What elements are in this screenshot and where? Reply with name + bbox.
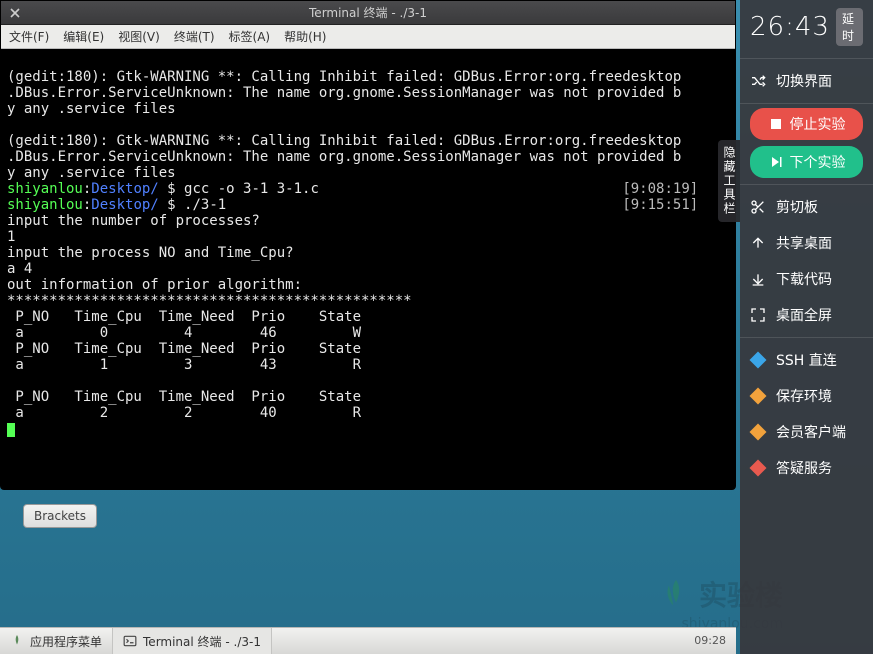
ssh-item[interactable]: SSH 直连	[740, 342, 873, 378]
window-close-button[interactable]	[7, 5, 23, 21]
leaf-icon	[10, 634, 24, 648]
shuffle-icon	[750, 73, 766, 89]
menubar: 文件(F) 编辑(E) 视图(V) 终端(T) 标签(A) 帮助(H)	[1, 25, 735, 49]
terminal-icon	[123, 634, 137, 648]
apps-menu[interactable]: 应用程序菜单	[0, 628, 113, 654]
clipboard-item[interactable]: 剪切板	[740, 189, 873, 225]
diamond-blue-icon	[750, 352, 766, 368]
menu-file[interactable]: 文件(F)	[9, 28, 49, 45]
fullscreen-item[interactable]: 桌面全屏	[740, 297, 873, 333]
side-panel: 26:43 延时 切换界面 停止实验 下个实验 剪切板 共享桌面 下载代码 桌面…	[740, 0, 873, 654]
menu-edit[interactable]: 编辑(E)	[63, 28, 104, 45]
window-titlebar[interactable]: Terminal 终端 - ./3-1	[1, 1, 735, 25]
terminal-body[interactable]: (gedit:180): Gtk-WARNING **: Calling Inh…	[1, 49, 735, 489]
stop-icon	[768, 116, 784, 132]
share-desktop-item[interactable]: 共享桌面	[740, 225, 873, 261]
next-icon	[768, 154, 784, 170]
next-experiment-button[interactable]: 下个实验	[750, 146, 863, 178]
diamond-red-icon	[750, 460, 766, 476]
hide-toolbar-tab[interactable]: 隐藏工具栏	[718, 140, 740, 222]
share-icon	[750, 235, 766, 251]
fullscreen-icon	[750, 307, 766, 323]
menu-tabs[interactable]: 标签(A)	[229, 28, 271, 45]
terminal-cursor	[7, 423, 15, 437]
brackets-button[interactable]: Brackets	[23, 504, 97, 528]
taskbar: 应用程序菜单 Terminal 终端 - ./3-1 09:28	[0, 627, 736, 654]
menu-view[interactable]: 视图(V)	[118, 28, 160, 45]
scissors-icon	[750, 199, 766, 215]
diamond-orange-icon	[750, 424, 766, 440]
delay-badge[interactable]: 延时	[836, 8, 863, 46]
terminal-window: Terminal 终端 - ./3-1 文件(F) 编辑(E) 视图(V) 终端…	[0, 0, 736, 490]
stop-experiment-button[interactable]: 停止实验	[750, 108, 863, 140]
download-code-item[interactable]: 下载代码	[740, 261, 873, 297]
menu-terminal[interactable]: 终端(T)	[174, 28, 215, 45]
timer-value: 26:43	[750, 12, 830, 42]
client-item[interactable]: 会员客户端	[740, 414, 873, 450]
qa-item[interactable]: 答疑服务	[740, 450, 873, 486]
timer-row: 26:43 延时	[740, 0, 873, 54]
window-title: Terminal 终端 - ./3-1	[309, 4, 427, 21]
save-env-item[interactable]: 保存环境	[740, 378, 873, 414]
switch-ui-item[interactable]: 切换界面	[740, 63, 873, 99]
taskbar-clock[interactable]: 09:28	[684, 635, 736, 647]
diamond-orange-icon	[750, 388, 766, 404]
download-icon	[750, 271, 766, 287]
taskbar-terminal[interactable]: Terminal 终端 - ./3-1	[113, 628, 272, 654]
menu-help[interactable]: 帮助(H)	[284, 28, 326, 45]
